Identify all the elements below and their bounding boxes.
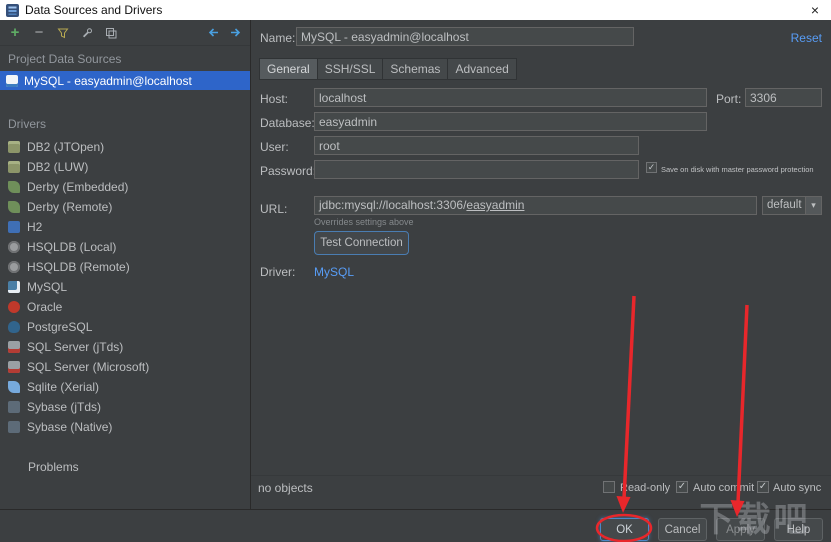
- url-input[interactable]: jdbc:mysql://localhost:3306/easyadmin: [314, 196, 757, 215]
- db2-icon: [8, 141, 20, 153]
- project-data-sources-header: Project Data Sources: [8, 52, 121, 66]
- read-only-label: Read-only: [620, 482, 670, 494]
- mysql-datasource-icon: [6, 75, 18, 87]
- list-item[interactable]: Derby (Remote): [0, 197, 249, 217]
- wrench-icon[interactable]: [80, 26, 94, 40]
- chevron-down-icon: ▾: [805, 197, 821, 214]
- sqlserver-icon: [8, 341, 20, 353]
- derby-icon: [8, 181, 20, 193]
- help-button[interactable]: Help: [774, 518, 823, 541]
- reset-link[interactable]: Reset: [791, 31, 822, 45]
- port-input[interactable]: [745, 88, 822, 107]
- left-panel: + − Project Data Sources: [0, 20, 251, 509]
- url-note: Overrides settings above: [314, 217, 414, 227]
- url-prefix: jdbc:mysql://localhost:3306/: [319, 198, 466, 212]
- cancel-button[interactable]: Cancel: [658, 518, 707, 541]
- apply-button[interactable]: Apply: [716, 518, 765, 541]
- oracle-icon: [8, 301, 20, 313]
- back-arrow-icon[interactable]: [206, 26, 220, 40]
- forward-arrow-icon[interactable]: [228, 26, 242, 40]
- hsqldb-icon: [8, 241, 20, 253]
- ok-button[interactable]: OK: [600, 518, 649, 541]
- sqlite-icon: [8, 381, 20, 393]
- password-label: Password:: [260, 164, 316, 178]
- list-item[interactable]: Derby (Embedded): [0, 177, 249, 197]
- derby-icon: [8, 201, 20, 213]
- annotation-arrow-ok-line: [624, 296, 634, 499]
- tab-general[interactable]: General: [259, 58, 317, 80]
- sqlserver-icon: [8, 361, 20, 373]
- list-item[interactable]: HSQLDB (Local): [0, 237, 249, 257]
- selected-data-source-label: MySQL - easyadmin@localhost: [24, 74, 192, 88]
- duplicate-icon[interactable]: [104, 26, 118, 40]
- user-input[interactable]: [314, 136, 639, 155]
- host-label: Host:: [260, 92, 288, 106]
- status-separator: [251, 475, 831, 476]
- name-label: Name:: [260, 31, 295, 45]
- save-password-checkbox[interactable]: ✓: [646, 162, 657, 173]
- mysql-icon: [8, 281, 20, 293]
- list-item[interactable]: SQL Server (Microsoft): [0, 357, 249, 377]
- no-objects-text: no objects: [258, 481, 313, 495]
- db2-icon: [8, 161, 20, 173]
- toolbar: + −: [0, 20, 250, 46]
- test-connection-button[interactable]: Test Connection: [314, 231, 409, 255]
- driver-label: Driver:: [260, 265, 295, 279]
- database-label: Database:: [260, 116, 315, 130]
- tab-schemas[interactable]: Schemas: [382, 58, 447, 80]
- list-item[interactable]: Oracle: [0, 297, 249, 317]
- list-item[interactable]: DB2 (LUW): [0, 157, 249, 177]
- url-database-link[interactable]: easyadmin: [466, 198, 524, 212]
- postgresql-icon: [8, 321, 20, 333]
- data-sources-dialog: Data Sources and Drivers × + −: [0, 0, 831, 542]
- password-input[interactable]: [314, 160, 639, 179]
- window-title: Data Sources and Drivers: [25, 3, 162, 17]
- port-label: Port:: [716, 92, 741, 106]
- auto-sync-label: Auto sync: [773, 482, 821, 494]
- dialog-icon: [6, 4, 19, 17]
- tab-advanced[interactable]: Advanced: [447, 58, 516, 80]
- driver-link[interactable]: MySQL: [314, 265, 354, 279]
- name-input[interactable]: [296, 27, 634, 46]
- list-item[interactable]: DB2 (JTOpen): [0, 137, 249, 157]
- list-item[interactable]: Sybase (jTds): [0, 397, 249, 417]
- filter-icon[interactable]: [56, 26, 70, 40]
- auto-commit-checkbox[interactable]: ✓: [676, 481, 688, 493]
- database-input[interactable]: [314, 112, 707, 131]
- drivers-header: Drivers: [8, 117, 46, 131]
- url-preset-value: default: [763, 197, 805, 214]
- titlebar: Data Sources and Drivers ×: [0, 0, 831, 20]
- list-item[interactable]: Sybase (Native): [0, 417, 249, 437]
- close-icon[interactable]: ×: [805, 0, 825, 20]
- list-item[interactable]: PostgreSQL: [0, 317, 249, 337]
- remove-icon[interactable]: −: [32, 26, 46, 40]
- list-item[interactable]: Sqlite (Xerial): [0, 377, 249, 397]
- selected-data-source[interactable]: MySQL - easyadmin@localhost: [0, 71, 250, 90]
- driver-list: DB2 (JTOpen) DB2 (LUW) Derby (Embedded) …: [0, 137, 249, 437]
- tab-ssh-ssl[interactable]: SSH/SSL: [317, 58, 383, 80]
- h2-icon: [8, 221, 20, 233]
- list-item[interactable]: MySQL: [0, 277, 249, 297]
- problems-item[interactable]: Problems: [28, 460, 79, 474]
- hsqldb-icon: [8, 261, 20, 273]
- annotation-arrow-apply-line: [738, 305, 747, 503]
- host-input[interactable]: [314, 88, 707, 107]
- list-item[interactable]: H2: [0, 217, 249, 237]
- url-preset-dropdown[interactable]: default ▾: [762, 196, 822, 215]
- sybase-icon: [8, 401, 20, 413]
- toolbar-nav: [206, 26, 242, 40]
- list-item[interactable]: HSQLDB (Remote): [0, 257, 249, 277]
- add-icon[interactable]: +: [8, 26, 22, 40]
- read-only-checkbox[interactable]: [603, 481, 615, 493]
- auto-commit-label: Auto commit: [693, 482, 754, 494]
- settings-tabs: General SSH/SSL Schemas Advanced: [259, 58, 517, 80]
- list-item[interactable]: SQL Server (jTds): [0, 337, 249, 357]
- auto-sync-checkbox[interactable]: ✓: [757, 481, 769, 493]
- sybase-icon: [8, 421, 20, 433]
- url-label: URL:: [260, 202, 287, 216]
- user-label: User:: [260, 140, 289, 154]
- save-password-label: Save on disk with master password protec…: [661, 165, 814, 174]
